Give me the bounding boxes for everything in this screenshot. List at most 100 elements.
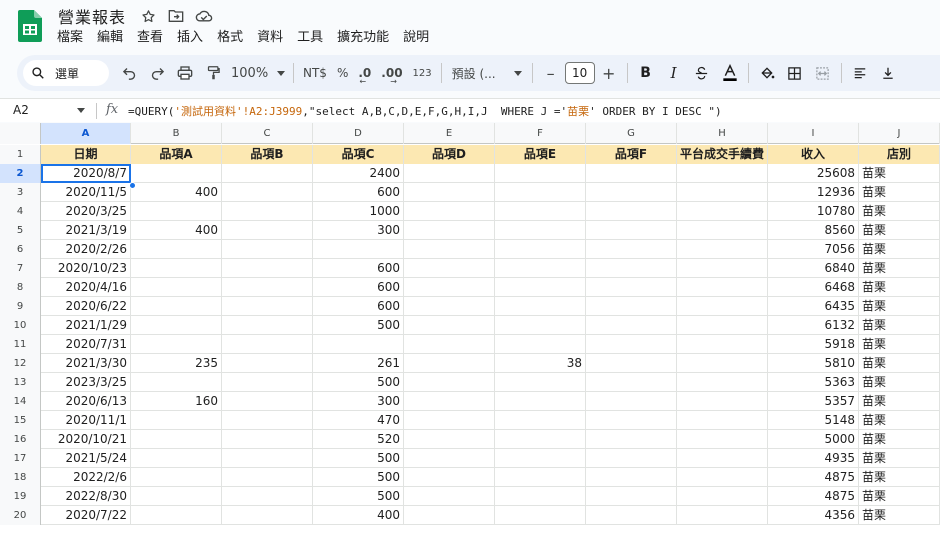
cell[interactable] <box>586 449 677 468</box>
cell[interactable] <box>677 411 768 430</box>
document-title[interactable]: 營業報表 <box>58 4 126 28</box>
column-header-b[interactable]: B <box>131 123 222 144</box>
column-header-c[interactable]: C <box>222 123 313 144</box>
cell[interactable]: 300 <box>313 392 404 411</box>
cell[interactable] <box>222 468 313 487</box>
cell[interactable]: 25608 <box>768 164 859 183</box>
row-header[interactable]: 14 <box>0 392 41 411</box>
column-header-h[interactable]: H <box>677 123 768 144</box>
cell[interactable]: 苗栗 <box>859 278 940 297</box>
merge-cells-button[interactable] <box>809 60 837 86</box>
cell[interactable]: 苗栗 <box>859 297 940 316</box>
cell[interactable]: 600 <box>313 278 404 297</box>
cell[interactable] <box>586 240 677 259</box>
cell[interactable] <box>222 278 313 297</box>
cell[interactable] <box>677 373 768 392</box>
cell[interactable]: 6435 <box>768 297 859 316</box>
cell[interactable] <box>677 240 768 259</box>
cell[interactable] <box>677 316 768 335</box>
cell[interactable] <box>404 373 495 392</box>
cell[interactable] <box>586 430 677 449</box>
cell[interactable] <box>677 259 768 278</box>
cell[interactable] <box>404 506 495 525</box>
cell[interactable] <box>495 259 586 278</box>
row-header[interactable]: 18 <box>0 468 41 487</box>
cell[interactable] <box>222 449 313 468</box>
cell[interactable]: 600 <box>313 183 404 202</box>
decrease-font-size-button[interactable]: – <box>537 60 565 86</box>
cell[interactable]: 5357 <box>768 392 859 411</box>
cell[interactable]: 5363 <box>768 373 859 392</box>
cell[interactable] <box>677 449 768 468</box>
cell[interactable]: 2021/1/29 <box>41 316 131 335</box>
cell[interactable] <box>677 430 768 449</box>
cell[interactable] <box>677 297 768 316</box>
cell[interactable]: 400 <box>313 506 404 525</box>
cell[interactable] <box>222 354 313 373</box>
cell[interactable] <box>222 392 313 411</box>
cell[interactable] <box>677 487 768 506</box>
cell[interactable]: 2020/11/5 <box>41 183 131 202</box>
menu-item[interactable]: 格式 <box>210 29 250 47</box>
header-cell[interactable]: 品項D <box>404 145 495 164</box>
cell[interactable]: 520 <box>313 430 404 449</box>
percent-format-button[interactable]: % <box>332 60 353 86</box>
cell[interactable] <box>131 335 222 354</box>
cell[interactable] <box>222 335 313 354</box>
cell[interactable]: 2020/3/25 <box>41 202 131 221</box>
cell[interactable] <box>313 335 404 354</box>
cell[interactable] <box>586 297 677 316</box>
cell[interactable]: 2021/5/24 <box>41 449 131 468</box>
cell[interactable]: 5000 <box>768 430 859 449</box>
cell[interactable]: 苗栗 <box>859 487 940 506</box>
cell[interactable] <box>404 316 495 335</box>
cell[interactable]: 2020/7/31 <box>41 335 131 354</box>
cell[interactable]: 400 <box>131 183 222 202</box>
cell[interactable] <box>495 278 586 297</box>
cell[interactable]: 苗栗 <box>859 411 940 430</box>
cell[interactable]: 苗栗 <box>859 202 940 221</box>
cell[interactable]: 500 <box>313 487 404 506</box>
row-header[interactable]: 13 <box>0 373 41 392</box>
cell[interactable] <box>495 202 586 221</box>
row-header[interactable]: 3 <box>0 183 41 202</box>
cell[interactable] <box>131 430 222 449</box>
cell[interactable] <box>131 240 222 259</box>
row-header[interactable]: 5 <box>0 221 41 240</box>
cell[interactable] <box>586 183 677 202</box>
cell[interactable] <box>404 354 495 373</box>
cell[interactable] <box>586 487 677 506</box>
cell[interactable] <box>131 373 222 392</box>
cell[interactable]: 2400 <box>313 164 404 183</box>
cell[interactable] <box>404 392 495 411</box>
select-all-corner[interactable] <box>0 123 41 144</box>
cell[interactable] <box>586 316 677 335</box>
bold-button[interactable]: B <box>632 60 660 86</box>
menu-item[interactable]: 說明 <box>396 29 436 47</box>
cell[interactable]: 苗栗 <box>859 506 940 525</box>
cell[interactable]: 500 <box>313 373 404 392</box>
column-header-f[interactable]: F <box>495 123 586 144</box>
cell[interactable] <box>131 278 222 297</box>
cell[interactable]: 4935 <box>768 449 859 468</box>
menu-item[interactable]: 查看 <box>130 29 170 47</box>
cell[interactable]: 2020/6/13 <box>41 392 131 411</box>
cell[interactable]: 苗栗 <box>859 354 940 373</box>
cell[interactable] <box>222 506 313 525</box>
increase-decimals-button[interactable]: .00 → <box>376 60 407 86</box>
zoom-select[interactable]: 100% <box>227 60 289 86</box>
row-header[interactable]: 1 <box>0 145 41 164</box>
cell[interactable]: 苗栗 <box>859 183 940 202</box>
cell[interactable] <box>222 221 313 240</box>
print-button[interactable] <box>171 60 199 86</box>
cell[interactable] <box>677 164 768 183</box>
header-cell[interactable]: 品項A <box>131 145 222 164</box>
cell[interactable]: 8560 <box>768 221 859 240</box>
row-header[interactable]: 15 <box>0 411 41 430</box>
menu-item[interactable]: 擴充功能 <box>330 29 396 47</box>
cell[interactable]: 300 <box>313 221 404 240</box>
cell[interactable]: 2020/11/1 <box>41 411 131 430</box>
cell[interactable] <box>131 259 222 278</box>
cell[interactable] <box>677 221 768 240</box>
cell[interactable] <box>404 164 495 183</box>
